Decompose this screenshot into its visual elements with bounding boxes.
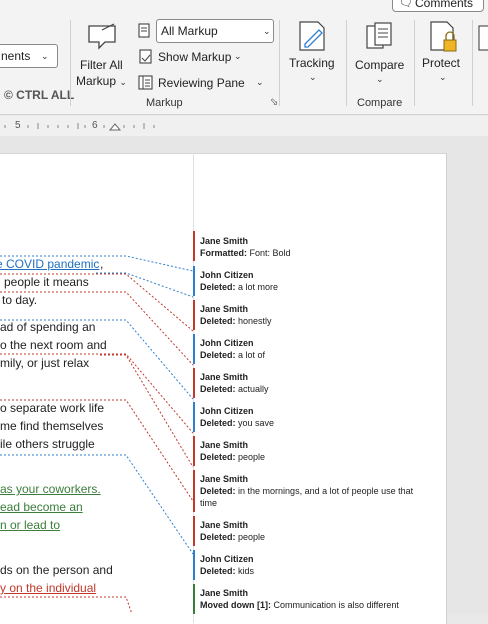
balloon-author: Jane Smith bbox=[200, 474, 249, 484]
reviewing-pane-button[interactable]: Reviewing Pane ⌄ bbox=[138, 75, 266, 93]
balloon-body: Deleted: you save bbox=[200, 418, 275, 428]
markup-group-label: Markup bbox=[146, 97, 183, 109]
balloon-author: Jane Smith bbox=[200, 372, 249, 382]
balloon-body: Deleted: kids bbox=[200, 566, 255, 576]
revision-balloon[interactable]: Jane Smith Deleted: actually bbox=[200, 371, 430, 395]
chevron-down-icon: ⌄ bbox=[256, 77, 264, 87]
change-bar bbox=[193, 584, 195, 614]
track-changes-icon bbox=[299, 21, 325, 51]
ink-icon[interactable] bbox=[478, 24, 488, 54]
connector-line bbox=[0, 596, 133, 614]
balloon-author: John Citizen bbox=[200, 554, 254, 564]
balloon-author: Jane Smith bbox=[200, 440, 249, 450]
revision-balloon[interactable]: John Citizen Deleted: kids bbox=[200, 553, 430, 577]
balloon-author: Jane Smith bbox=[200, 304, 249, 314]
connector-line bbox=[0, 273, 194, 332]
balloon-body: Deleted: in the mornings, and a lot of p… bbox=[200, 486, 414, 508]
change-bar bbox=[193, 550, 195, 580]
horizontal-ruler[interactable]: 5 6 bbox=[0, 116, 488, 136]
balloon-author: John Citizen bbox=[200, 270, 254, 280]
balloon-body: Deleted: a lot more bbox=[200, 282, 279, 292]
connector-line bbox=[100, 354, 194, 468]
balloon-author: John Citizen bbox=[200, 406, 254, 416]
balloon-body: Deleted: people bbox=[200, 452, 266, 462]
chevron-down-icon: ⌄ bbox=[439, 72, 447, 82]
connector-line bbox=[0, 255, 194, 272]
separator bbox=[346, 20, 347, 106]
show-markup-icon bbox=[139, 49, 152, 64]
revision-balloon[interactable]: Jane Smith Deleted: people bbox=[200, 439, 430, 463]
ruler-ticks bbox=[4, 123, 155, 131]
comments-button[interactable]: 🗨 Comments bbox=[392, 0, 484, 12]
change-bar bbox=[193, 266, 195, 296]
comment-icon: 🗨 bbox=[399, 0, 413, 9]
connector-line bbox=[0, 353, 194, 434]
markup-connector-lines bbox=[0, 255, 194, 614]
compare-group-label: Compare bbox=[357, 97, 403, 109]
change-bar bbox=[193, 334, 195, 364]
separator bbox=[414, 20, 415, 106]
reviewing-pane-icon bbox=[138, 75, 153, 90]
connector-line bbox=[0, 319, 194, 400]
filter-all-markup-label-2: Markup ⌄ bbox=[76, 74, 127, 88]
change-bar bbox=[193, 470, 195, 512]
filter-all-markup-button[interactable]: Filter All Markup ⌄ bbox=[74, 18, 132, 92]
display-for-review-dropdown[interactable]: All Markup ⌄ bbox=[156, 19, 274, 43]
compare-icon bbox=[366, 22, 392, 49]
chevron-down-icon: ⌄ bbox=[234, 51, 242, 61]
chevron-down-icon: ⌄ bbox=[376, 74, 384, 84]
balloon-body: Deleted: people bbox=[200, 532, 266, 542]
change-bar bbox=[193, 516, 195, 546]
chevron-down-icon: ⌄ bbox=[263, 26, 271, 36]
balloon-body: Deleted: honestly bbox=[200, 316, 272, 326]
watermark-logo: © CTRL ALL bbox=[4, 88, 75, 102]
separator bbox=[279, 20, 280, 106]
revision-balloon[interactable]: Jane Smith Formatted: Font: Bold bbox=[200, 235, 430, 259]
dialog-launcher-icon[interactable]: ⬂ bbox=[270, 97, 278, 108]
protect-button[interactable]: Protect ⌄ bbox=[420, 20, 466, 90]
balloon-author: John Citizen bbox=[200, 338, 254, 348]
balloon-body: Formatted: Font: Bold bbox=[200, 248, 291, 258]
revision-balloon[interactable]: John Citizen Deleted: you save bbox=[200, 405, 430, 429]
chevron-down-icon: ⌄ bbox=[309, 72, 317, 82]
revision-balloon[interactable]: Jane Smith Deleted: people bbox=[200, 519, 430, 543]
chevron-down-icon: ⌄ bbox=[119, 77, 127, 87]
revision-balloon[interactable]: Jane Smith Moved down [1]: Communication… bbox=[200, 587, 430, 611]
review-ribbon: 🗨 Comments nents ⌄ © CTRL ALL Filter All… bbox=[0, 0, 488, 115]
connector-line bbox=[0, 454, 194, 555]
revision-balloon[interactable]: Jane Smith Deleted: in the mornings, and… bbox=[200, 473, 430, 509]
chevron-down-icon: ⌄ bbox=[41, 51, 49, 61]
filter-all-markup-label-1: Filter All bbox=[80, 58, 123, 72]
balloon-author: Jane Smith bbox=[200, 236, 249, 246]
protect-lock-icon bbox=[430, 21, 457, 52]
change-bar bbox=[193, 231, 195, 261]
balloon-author: Jane Smith bbox=[200, 588, 249, 598]
connector-line bbox=[0, 399, 194, 502]
separator bbox=[70, 20, 71, 106]
connector-line bbox=[96, 272, 194, 298]
filter-markup-icon bbox=[88, 23, 116, 50]
separator bbox=[472, 20, 473, 106]
tracking-button[interactable]: Tracking ⌄ bbox=[286, 20, 340, 90]
balloon-body: Deleted: a lot of bbox=[200, 350, 266, 360]
revision-balloon[interactable]: John Citizen Deleted: a lot of bbox=[200, 337, 430, 361]
change-bar bbox=[193, 402, 195, 432]
display-for-review-partial[interactable]: nents ⌄ bbox=[0, 44, 58, 68]
compare-button[interactable]: Compare ⌄ bbox=[352, 20, 408, 90]
balloon-body: Deleted: actually bbox=[200, 384, 269, 394]
change-bar bbox=[193, 368, 195, 398]
balloon-author: Jane Smith bbox=[200, 520, 249, 530]
display-for-review-icon bbox=[138, 23, 150, 38]
revision-balloon[interactable]: John Citizen Deleted: a lot more bbox=[200, 269, 430, 293]
change-bar bbox=[193, 436, 195, 466]
balloon-body: Moved down [1]: Communication is also di… bbox=[200, 600, 399, 610]
change-bar bbox=[193, 300, 195, 330]
revision-balloon[interactable]: Jane Smith Deleted: honestly bbox=[200, 303, 430, 327]
